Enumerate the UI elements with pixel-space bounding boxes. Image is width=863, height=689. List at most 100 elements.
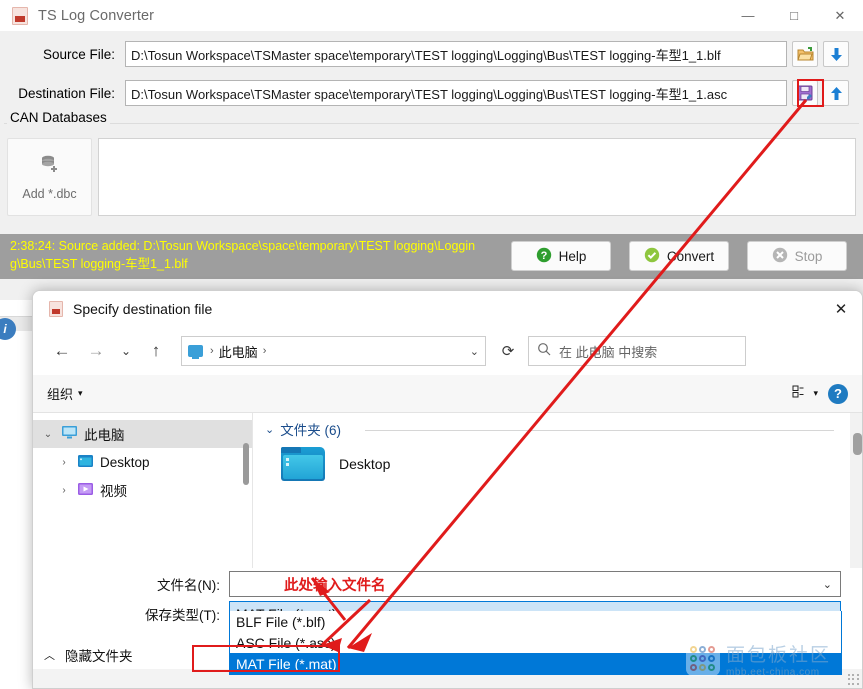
hide-folders-button[interactable]: ︿ 隐藏文件夹 xyxy=(44,645,133,665)
check-circle-green-icon xyxy=(644,247,660,266)
source-load-arrow-down-icon[interactable] xyxy=(823,41,849,67)
tree-chevron-down-icon[interactable]: ⌄ xyxy=(41,429,55,440)
can-databases-group-label: CAN Databases xyxy=(7,110,110,125)
ts-log-converter-window: TS Log Converter — □ ✕ Source File: D:\T… xyxy=(0,0,863,300)
dialog-document-red-icon xyxy=(49,301,63,317)
hide-folders-label: 隐藏文件夹 xyxy=(65,645,133,665)
log-status-area: 2:38:24: Source added: D:\Tosun Workspac… xyxy=(0,234,863,279)
forward-arrow-right-icon[interactable]: → xyxy=(79,334,113,368)
can-databases-divider xyxy=(4,123,859,124)
add-dbc-button[interactable]: Add *.dbc xyxy=(7,138,92,216)
view-layout-icon xyxy=(792,384,807,404)
minimize-button[interactable]: — xyxy=(725,0,771,31)
source-file-input[interactable]: D:\Tosun Workspace\TSMaster space\tempor… xyxy=(125,41,787,67)
watermark-text: 面包板社区 mbb.eet-china.com xyxy=(726,640,831,678)
folders-group-header[interactable]: ⌄ 文件夹 (6) xyxy=(253,413,863,439)
file-list-pane: ⌄ 文件夹 (6) Desktop xyxy=(253,413,863,568)
breadcrumb-this-pc[interactable]: 此电脑 xyxy=(219,342,258,361)
database-add-icon xyxy=(39,154,61,179)
app-document-red-icon xyxy=(12,7,28,25)
tree-item-desktop[interactable]: › Desktop xyxy=(33,448,252,476)
recent-chevron-down-icon[interactable]: ⌄ xyxy=(113,334,139,368)
source-file-row: Source File: D:\Tosun Workspace\TSMaster… xyxy=(0,41,863,67)
resize-grip[interactable] xyxy=(848,674,860,686)
screen: TS Log Converter — □ ✕ Source File: D:\T… xyxy=(0,0,863,689)
x-circle-gray-icon xyxy=(772,247,788,266)
filename-annotation-text: 此处输入文件名 xyxy=(284,574,386,595)
content-scrollbar-thumb[interactable] xyxy=(853,433,862,455)
organize-button[interactable]: 组织 ▾ xyxy=(47,384,83,403)
info-badge[interactable]: i xyxy=(0,318,16,340)
tree-chevron-right-icon[interactable]: › xyxy=(57,457,71,468)
list-item[interactable]: Desktop xyxy=(281,447,863,481)
address-breadcrumb-bar[interactable]: › 此电脑 › ⌄ xyxy=(181,336,486,366)
back-arrow-left-icon[interactable]: ← xyxy=(45,334,79,368)
group-chevron-down-icon[interactable]: ⌄ xyxy=(265,423,274,436)
source-browse-folder-open-icon[interactable] xyxy=(792,41,818,67)
tree-chevron-right-icon-2[interactable]: › xyxy=(57,485,71,496)
videos-folder-icon xyxy=(77,482,94,499)
this-pc-icon xyxy=(61,425,78,443)
watermark-logo-icon xyxy=(686,642,720,676)
watermark-title: 面包板社区 xyxy=(726,640,831,667)
dbc-list-area[interactable] xyxy=(98,138,856,216)
close-button[interactable]: ✕ xyxy=(817,0,863,31)
search-input[interactable]: 在 此电脑 中搜索 xyxy=(528,336,746,366)
window-controls: — □ ✕ xyxy=(725,0,863,31)
dialog-navbar: ← → ⌄ ↑ › 此电脑 › ⌄ ⟳ 在 此电脑 中搜索 xyxy=(33,327,863,375)
help-button-label: Help xyxy=(559,249,587,264)
refresh-icon[interactable]: ⟳ xyxy=(494,337,522,365)
tree-label-desktop: Desktop xyxy=(100,455,150,470)
view-options-button[interactable]: ▾ xyxy=(792,384,818,404)
dialog-close-icon[interactable]: ✕ xyxy=(818,291,863,327)
destination-browse-floppy-save-icon[interactable] xyxy=(792,80,818,106)
add-dbc-label: Add *.dbc xyxy=(22,187,76,201)
app-title: TS Log Converter xyxy=(38,8,154,24)
destination-file-input[interactable]: D:\Tosun Workspace\TSMaster space\tempor… xyxy=(125,80,787,106)
dropdown-option-blf[interactable]: BLF File (*.blf) xyxy=(230,611,841,632)
tree-label-videos: 视频 xyxy=(100,480,127,500)
view-chevron-down-icon: ▾ xyxy=(813,388,818,399)
organize-label: 组织 xyxy=(47,384,73,403)
tree-scrollbar-thumb[interactable] xyxy=(243,443,249,485)
destination-file-label: Destination File: xyxy=(0,86,125,101)
breadcrumb-separator: › xyxy=(210,345,214,357)
group-label: 文件夹 (6) xyxy=(280,419,341,439)
organize-chevron-down-icon: ▾ xyxy=(78,388,83,399)
this-pc-icon xyxy=(188,345,203,357)
watermark: 面包板社区 mbb.eet-china.com xyxy=(686,640,831,678)
list-item-label: Desktop xyxy=(339,456,390,472)
breadcrumb-separator-2: › xyxy=(263,345,267,357)
source-file-label: Source File: xyxy=(0,47,125,62)
maximize-button[interactable]: □ xyxy=(771,0,817,31)
navigation-tree-pane: ⌄ 此电脑 › xyxy=(33,413,253,568)
destination-file-row: Destination File: D:\Tosun Workspace\TSM… xyxy=(0,80,863,106)
dialog-content: ⌄ 此电脑 › xyxy=(33,413,863,568)
convert-button[interactable]: Convert xyxy=(629,241,729,271)
dialog-help-icon[interactable]: ? xyxy=(828,384,848,404)
up-arrow-up-icon[interactable]: ↑ xyxy=(139,334,173,368)
search-icon xyxy=(537,342,551,361)
hide-folders-chevron-up-icon: ︿ xyxy=(44,647,55,663)
stop-button[interactable]: Stop xyxy=(747,241,847,271)
tree-label-this-pc: 此电脑 xyxy=(84,424,125,444)
question-circle-green-icon: ? xyxy=(536,247,552,266)
app-body: Source File: D:\Tosun Workspace\TSMaster… xyxy=(0,31,863,300)
destination-save-arrow-up-icon[interactable] xyxy=(823,80,849,106)
folder-icon xyxy=(281,447,325,481)
svg-text:?: ? xyxy=(540,250,547,262)
address-chevron-down-icon[interactable]: ⌄ xyxy=(470,345,479,358)
dialog-toolbar: 组织 ▾ ▾ ? xyxy=(33,375,863,413)
filename-chevron-down-icon[interactable]: ⌄ xyxy=(823,578,832,591)
filetype-label: 保存类型(T): xyxy=(33,604,229,624)
tree-item-this-pc[interactable]: ⌄ 此电脑 xyxy=(33,420,252,448)
convert-button-label: Convert xyxy=(667,249,714,264)
log-message: 2:38:24: Source added: D:\Tosun Workspac… xyxy=(10,237,480,273)
tree-item-videos[interactable]: › 视频 xyxy=(33,476,252,504)
help-button[interactable]: ? Help xyxy=(511,241,611,271)
app-titlebar: TS Log Converter — □ ✕ xyxy=(0,0,863,31)
search-placeholder: 在 此电脑 中搜索 xyxy=(559,342,657,361)
filename-input[interactable]: 此处输入文件名 ⌄ xyxy=(229,571,841,597)
desktop-folder-icon xyxy=(77,454,94,471)
content-scrollbar-track[interactable] xyxy=(850,413,863,568)
